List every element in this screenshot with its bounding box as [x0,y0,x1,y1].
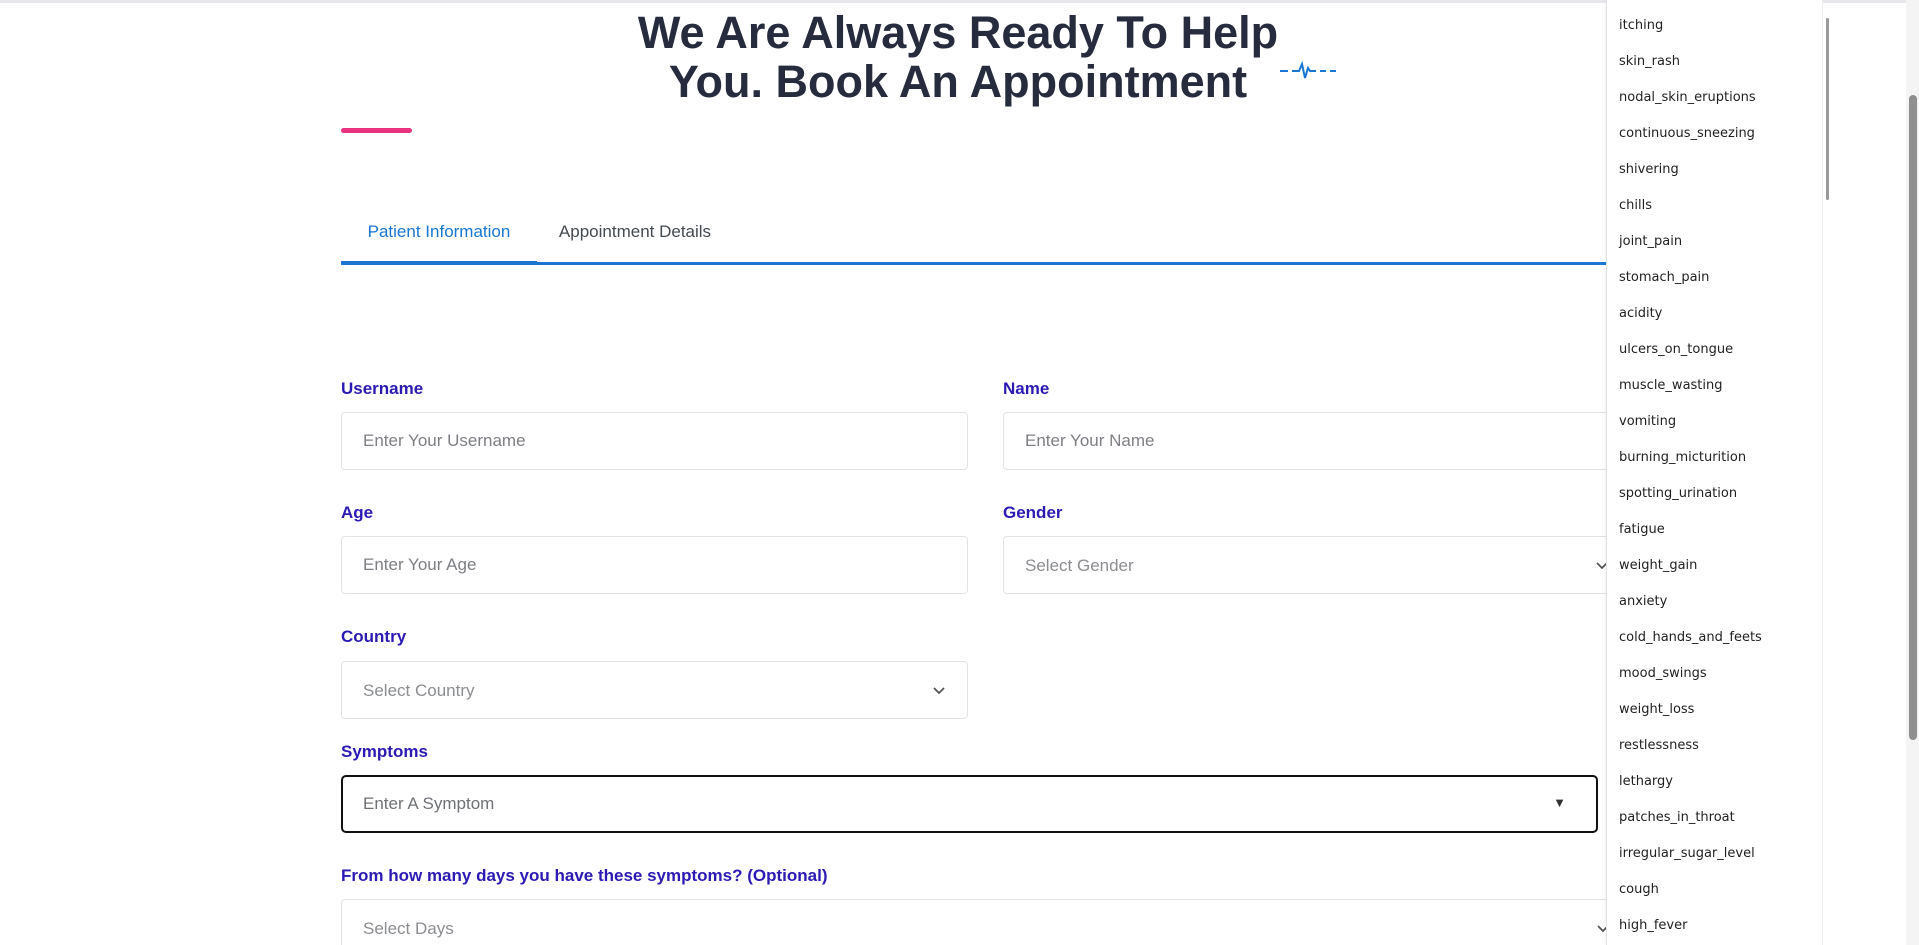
country-select[interactable]: Select Country [341,661,968,719]
page-scrollbar[interactable] [1906,0,1919,945]
country-select-value: Select Country [363,681,475,700]
country-label: Country [341,627,407,646]
gender-select[interactable]: Select Gender [1003,536,1608,594]
symptom-option[interactable]: spotting_urination [1607,483,1822,519]
title-underline [341,128,412,133]
symptom-option[interactable]: lethargy [1607,771,1822,807]
username-field-wrapper [341,412,968,470]
symptom-option[interactable]: shivering [1607,159,1822,195]
symptom-option[interactable]: restlessness [1607,735,1822,771]
symptom-option[interactable]: continuous_sneezing [1607,123,1822,159]
gender-select-value: Select Gender [1025,556,1134,575]
symptom-option[interactable]: cold_hands_and_feets [1607,627,1822,663]
age-label: Age [341,503,374,522]
caret-down-icon[interactable]: ▼ [1553,795,1566,810]
page-title: We Are Always Ready To Help You. Book An… [637,7,1279,107]
symptom-option[interactable]: itching [1607,15,1822,51]
age-field-wrapper [341,536,968,594]
symptom-option[interactable]: joint_pain [1607,231,1822,267]
gender-label: Gender [1003,503,1063,522]
symptom-option[interactable]: chills [1607,195,1822,231]
symptom-option[interactable]: anxiety [1607,591,1822,627]
symptoms-label: Symptoms [341,742,428,761]
form-tabs: Patient Information Appointment Details [341,207,1606,265]
symptom-combobox[interactable]: ▼ [341,775,1598,833]
age-input[interactable] [342,537,967,593]
symptom-input[interactable] [343,777,1596,831]
tab-patient-information[interactable]: Patient Information [341,207,537,265]
dropdown-scrollbar[interactable] [1826,18,1829,200]
tabs-underline [341,262,1606,265]
symptom-option[interactable]: stomach_pain [1607,267,1822,303]
symptom-option[interactable]: high_fever [1607,915,1822,945]
symptom-option[interactable]: muscle_wasting [1607,375,1822,411]
name-label: Name [1003,379,1050,398]
username-label: Username [341,379,424,398]
symptom-option[interactable]: burning_micturition [1607,447,1822,483]
symptom-option[interactable]: irregular_sugar_level [1607,843,1822,879]
symptom-option[interactable]: skin_rash [1607,51,1822,87]
symptom-option[interactable]: weight_gain [1607,555,1822,591]
page-scrollbar-thumb[interactable] [1909,95,1917,740]
days-label: From how many days you have these sympto… [341,866,828,885]
username-input[interactable] [342,413,967,469]
days-select[interactable]: Select Days [341,899,1609,945]
pulse-line-icon [1280,60,1336,79]
symptom-dropdown-list: itching skin_rash nodal_skin_eruptions cont… [1606,0,1822,945]
tab-appointment-details[interactable]: Appointment Details [537,207,733,263]
symptom-option[interactable]: ulcers_on_tongue [1607,339,1822,375]
name-input[interactable] [1004,413,1606,469]
dropdown-scroll-track [1822,0,1823,945]
name-field-wrapper [1003,412,1606,470]
symptom-options: itching skin_rash nodal_skin_eruptions cont… [1607,0,1822,945]
symptom-option[interactable]: cough [1607,879,1822,915]
symptom-option[interactable]: patches_in_throat [1607,807,1822,843]
symptom-option[interactable]: vomiting [1607,411,1822,447]
symptom-option[interactable]: nodal_skin_eruptions [1607,87,1822,123]
symptom-option[interactable]: weight_loss [1607,699,1822,735]
symptom-option[interactable]: acidity [1607,303,1822,339]
chevron-down-icon [933,687,945,695]
days-select-value: Select Days [363,919,454,938]
symptom-option[interactable]: fatigue [1607,519,1822,555]
symptom-option[interactable]: mood_swings [1607,663,1822,699]
